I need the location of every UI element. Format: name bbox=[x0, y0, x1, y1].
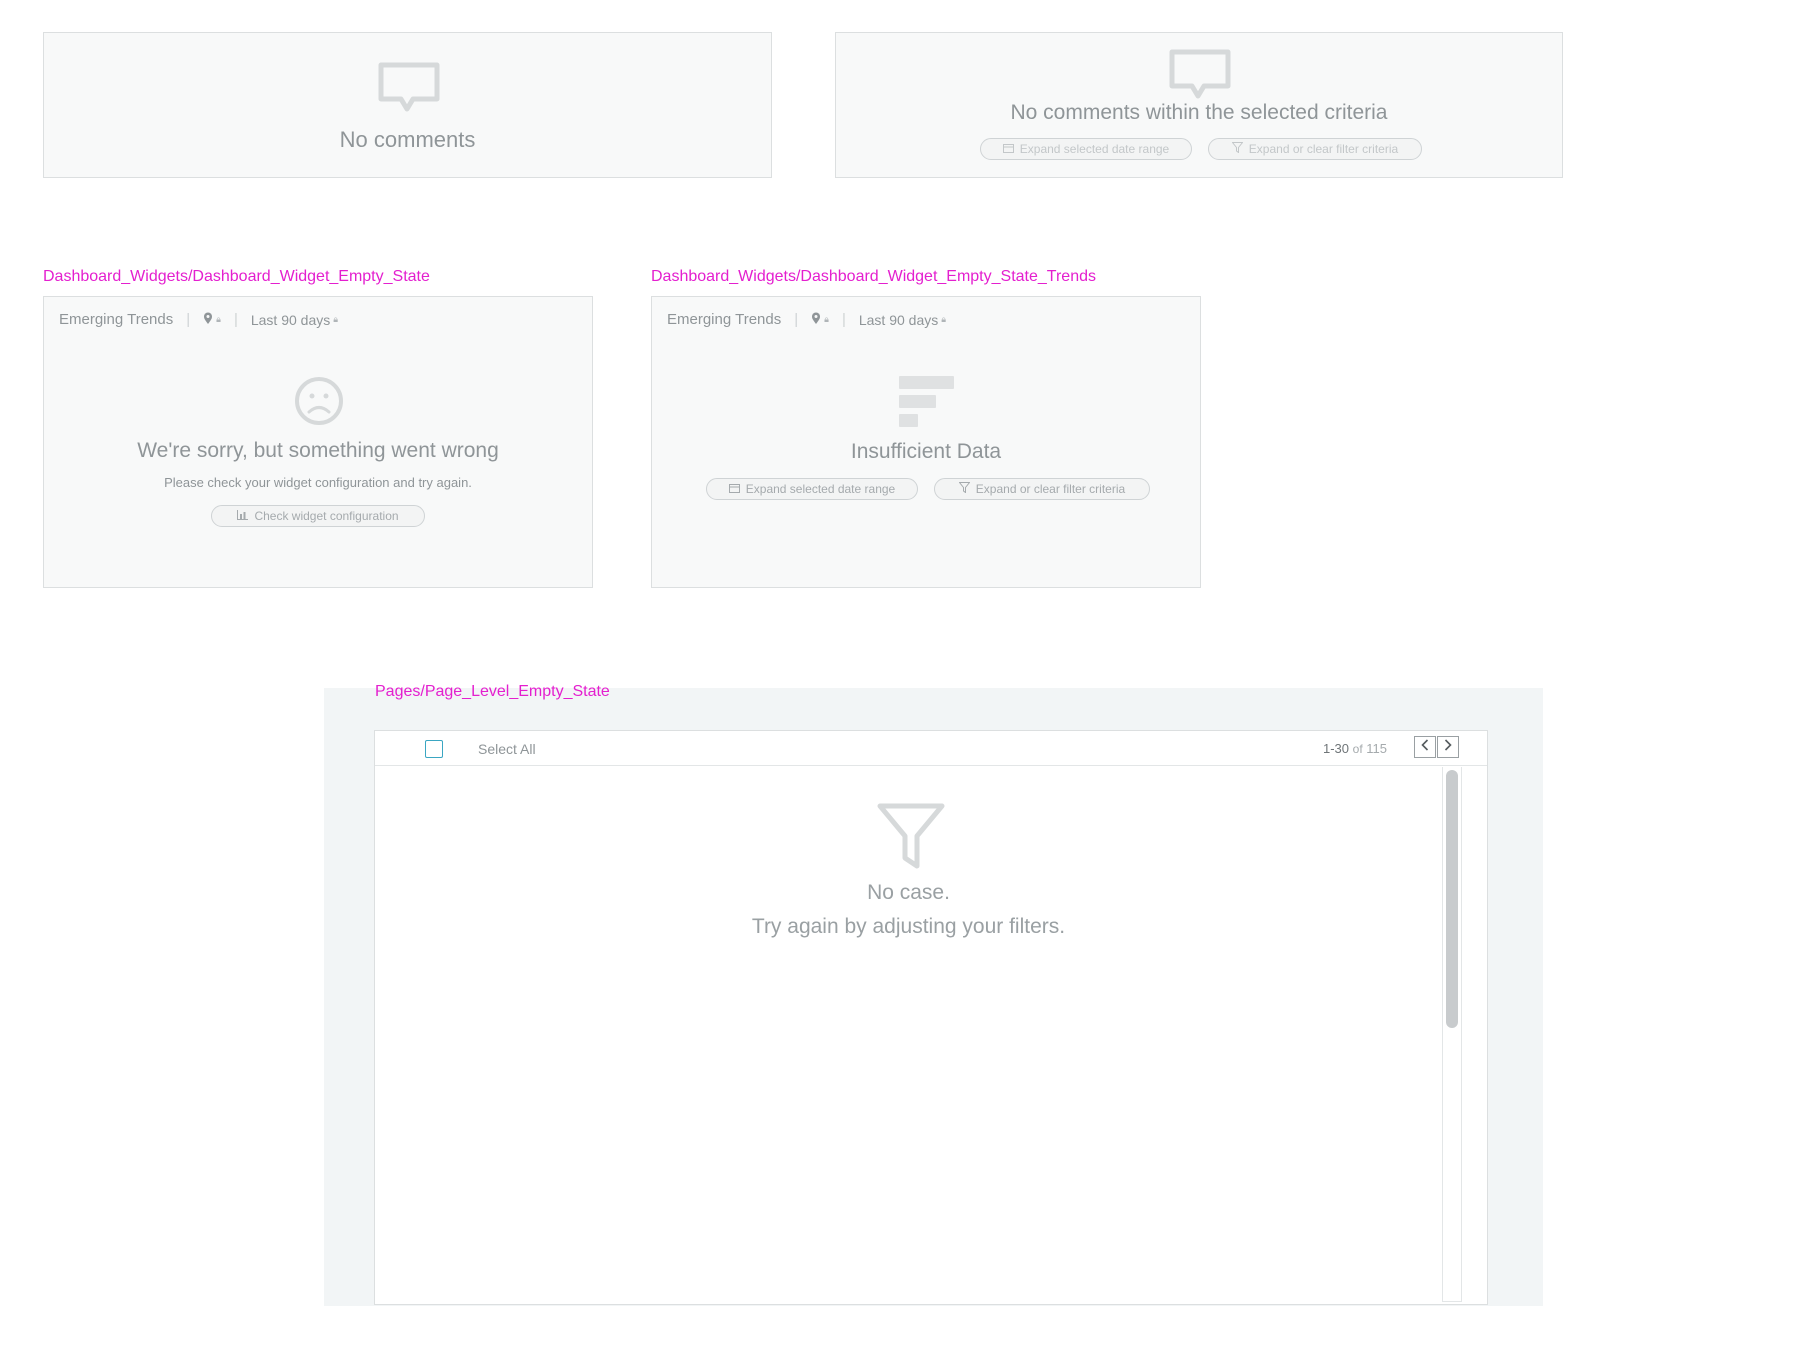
period-filter[interactable]: Last 90 days 🔒︎ bbox=[251, 312, 338, 328]
divider: | bbox=[233, 311, 238, 328]
lock-icon: 🔒︎ bbox=[216, 314, 221, 324]
select-all-checkbox[interactable] bbox=[425, 740, 443, 758]
expand-filter-button[interactable]: Expand or clear filter criteria bbox=[934, 478, 1150, 500]
select-all-label: Select All bbox=[478, 741, 536, 757]
period-filter[interactable]: Last 90 days 🔒︎ bbox=[859, 312, 946, 328]
divider: | bbox=[186, 311, 191, 328]
vertical-scrollbar-thumb[interactable] bbox=[1446, 770, 1458, 1028]
expand-date-range-button[interactable]: Expand selected date range bbox=[706, 478, 918, 500]
no-comments-criteria-message: No comments within the selected criteria bbox=[1010, 101, 1388, 124]
expand-filter-label: Expand or clear filter criteria bbox=[1248, 142, 1399, 156]
expand-filter-label: Expand or clear filter criteria bbox=[975, 482, 1126, 496]
filter-icon bbox=[958, 482, 971, 496]
case-list-panel: Select All 1-30 of 115 No case. Try agai… bbox=[374, 730, 1488, 1305]
pagination-info: 1-30 of 115 bbox=[1323, 741, 1387, 756]
period-label: Last 90 days bbox=[858, 311, 939, 328]
no-comments-criteria-panel: No comments within the selected criteria… bbox=[835, 32, 1563, 178]
expand-date-range-button[interactable]: Expand selected date range bbox=[980, 138, 1192, 160]
widget-header: Emerging Trends | 🔒︎ | Last 90 days 🔒︎ bbox=[667, 311, 946, 328]
vertical-scrollbar-track[interactable] bbox=[1442, 767, 1462, 1302]
lock-icon: 🔒︎ bbox=[941, 314, 947, 324]
no-case-subtext: Try again by adjusting your filters. bbox=[751, 915, 1066, 938]
filter-icon bbox=[1231, 142, 1244, 156]
comment-bubble-icon bbox=[377, 61, 441, 118]
component-label-widget-empty-state: Dashboard_Widgets/Dashboard_Widget_Empty… bbox=[43, 268, 430, 285]
calendar-icon bbox=[728, 482, 740, 496]
no-comments-message: No comments bbox=[339, 127, 476, 152]
calendar-icon bbox=[1002, 142, 1014, 156]
page-range: 1-30 bbox=[1323, 741, 1350, 756]
chevron-left-icon bbox=[1421, 738, 1429, 756]
chevron-right-icon bbox=[1444, 738, 1452, 756]
check-widget-config-label: Check widget configuration bbox=[254, 509, 399, 523]
comment-bubble-icon bbox=[1168, 48, 1232, 105]
check-widget-config-button[interactable]: Check widget configuration bbox=[211, 505, 425, 527]
expand-date-range-label: Expand selected date range bbox=[745, 482, 896, 496]
divider: | bbox=[794, 311, 799, 328]
widget-error-panel: Emerging Trends | 🔒︎ | Last 90 days 🔒︎ W… bbox=[43, 296, 593, 588]
error-subtext: Please check your widget configuration a… bbox=[164, 475, 472, 490]
no-comments-panel: No comments bbox=[43, 32, 772, 178]
location-filter[interactable]: 🔒︎ bbox=[203, 312, 221, 328]
funnel-filter-icon bbox=[877, 803, 945, 874]
error-heading: We're sorry, but something went wrong bbox=[137, 439, 499, 462]
no-case-heading: No case. bbox=[867, 881, 950, 904]
lock-icon: 🔒︎ bbox=[333, 314, 339, 324]
expand-filter-button[interactable]: Expand or clear filter criteria bbox=[1208, 138, 1422, 160]
sad-face-icon bbox=[294, 376, 344, 431]
component-label-widget-empty-state-trends: Dashboard_Widgets/Dashboard_Widget_Empty… bbox=[651, 268, 1096, 285]
next-page-button[interactable] bbox=[1437, 736, 1459, 758]
list-toolbar: Select All 1-30 of 115 bbox=[375, 731, 1487, 766]
widget-header: Emerging Trends | 🔒︎ | Last 90 days 🔒︎ bbox=[59, 311, 338, 328]
pagination-nav bbox=[1414, 736, 1460, 758]
location-pin-icon bbox=[203, 312, 213, 328]
component-label-page-empty-state: Pages/Page_Level_Empty_State bbox=[375, 683, 610, 700]
trend-bars-icon bbox=[899, 376, 955, 433]
lock-icon: 🔒︎ bbox=[824, 314, 829, 324]
divider: | bbox=[841, 311, 846, 328]
widget-trends-panel: Emerging Trends | 🔒︎ | Last 90 days 🔒︎ I… bbox=[651, 296, 1201, 588]
bar-chart-icon bbox=[237, 509, 249, 523]
page-of-label: of bbox=[1352, 742, 1363, 756]
widget-title: Emerging Trends bbox=[667, 311, 782, 328]
expand-date-range-label: Expand selected date range bbox=[1019, 142, 1170, 156]
location-pin-icon bbox=[811, 312, 821, 328]
page-total: 115 bbox=[1366, 741, 1388, 756]
period-label: Last 90 days bbox=[250, 311, 331, 328]
previous-page-button[interactable] bbox=[1414, 736, 1436, 758]
insufficient-data-heading: Insufficient Data bbox=[850, 440, 1002, 463]
widget-title: Emerging Trends bbox=[59, 311, 174, 328]
location-filter[interactable]: 🔒︎ bbox=[811, 312, 829, 328]
